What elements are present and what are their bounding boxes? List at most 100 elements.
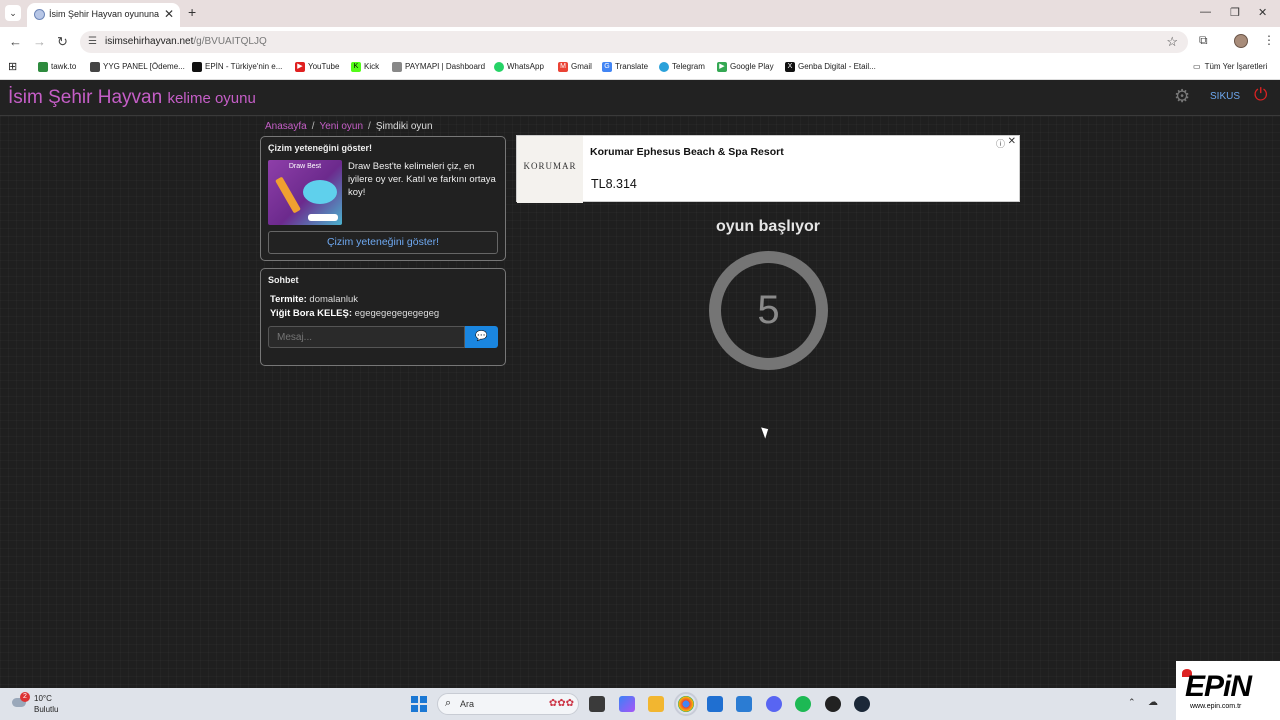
url-text: isimsehirhayvan.net/g/BVUAITQLJQ bbox=[105, 36, 267, 47]
weather-temperature[interactable]: 10°C bbox=[34, 694, 52, 703]
site-favicon-icon bbox=[34, 9, 45, 20]
browser-menu-icon[interactable]: ⋮ bbox=[1263, 33, 1275, 47]
folder-icon: ▭ bbox=[1193, 62, 1201, 71]
epin-icon bbox=[192, 62, 202, 72]
active-tab[interactable]: İsim Şehir Hayvan oyununa katıl ✕ bbox=[27, 3, 180, 27]
ad-title[interactable]: Korumar Ephesus Beach & Spa Resort bbox=[590, 146, 784, 158]
bookmark-kick[interactable]: K Kick bbox=[351, 62, 379, 72]
logout-power-icon[interactable]: ⏻ bbox=[1254, 85, 1267, 105]
tray-overflow-icon[interactable]: ⌃ bbox=[1128, 697, 1136, 708]
taskbar-search[interactable]: ⌕ Ara ✿✿✿ bbox=[437, 693, 579, 715]
new-tab-icon[interactable]: + bbox=[188, 4, 196, 20]
all-bookmarks-folder[interactable]: ▭ Tüm Yer İşaretleri bbox=[1193, 62, 1267, 71]
kick-icon: K bbox=[351, 62, 361, 72]
ad-close-icon[interactable]: ✕ bbox=[1008, 136, 1016, 147]
close-window-icon[interactable]: ✕ bbox=[1258, 6, 1267, 19]
bookmark-epin[interactable]: EPİN - Türkiye'nin e... bbox=[192, 62, 282, 72]
settings-gear-icon[interactable]: ⚙ bbox=[1174, 86, 1190, 107]
site-info-icon[interactable]: ☰ bbox=[88, 36, 97, 47]
cloud-illustration bbox=[303, 180, 337, 204]
copilot-icon[interactable] bbox=[619, 696, 635, 712]
draw-best-image[interactable]: Draw Best bbox=[268, 160, 342, 225]
bookmark-whatsapp[interactable]: WhatsApp bbox=[494, 62, 544, 72]
bookmarks-bar: ⊞ tawk.to YYG PANEL [Ödeme... EPİN - Tür… bbox=[0, 57, 1280, 80]
discord-icon[interactable] bbox=[766, 696, 782, 712]
site-header: İsim Şehir Hayvan kelime oyunu ⚙ SIKUS ⏻ bbox=[0, 80, 1280, 116]
hotel-advertisement[interactable]: KORUMAR Korumar Ephesus Beach & Spa Reso… bbox=[516, 135, 1020, 203]
weather-description[interactable]: Bulutlu bbox=[34, 705, 58, 714]
chat-message: Yiğit Bora KELEŞ: egegegegegegegeg bbox=[270, 307, 440, 319]
steam-icon[interactable] bbox=[854, 696, 870, 712]
chat-send-button[interactable]: 💬 bbox=[465, 326, 498, 348]
close-tab-icon[interactable]: ✕ bbox=[164, 7, 174, 21]
tawk-icon bbox=[38, 62, 48, 72]
translate-icon: G bbox=[602, 62, 612, 72]
search-icon: ⌕ bbox=[445, 697, 452, 709]
site-logo[interactable]: İsim Şehir Hayvan kelime oyunu bbox=[8, 87, 256, 109]
bookmark-translate[interactable]: G Translate bbox=[602, 62, 648, 72]
ad-logo: KORUMAR bbox=[517, 136, 583, 203]
spotify-icon[interactable] bbox=[795, 696, 811, 712]
breadcrumb: Anasayfa / Yeni oyun / Şimdiki oyun bbox=[265, 121, 433, 132]
apps-grid-icon[interactable]: ⊞ bbox=[8, 60, 17, 73]
bookmark-telegram[interactable]: Telegram bbox=[659, 62, 705, 72]
onedrive-icon[interactable]: ☁ bbox=[1148, 697, 1158, 708]
chat-message: Termite: domalanluk bbox=[270, 294, 359, 305]
browser-tab-strip: ⌄ İsim Şehir Hayvan oyununa katıl ✕ + — … bbox=[0, 0, 1280, 27]
tab-search-button[interactable]: ⌄ bbox=[5, 5, 21, 21]
draw-best-button[interactable]: Çizim yeteneğini göster! bbox=[268, 231, 498, 254]
bookmark-genba[interactable]: X Genba Digital - Etail... bbox=[785, 62, 876, 72]
tab-title: İsim Şehir Hayvan oyununa katıl bbox=[49, 9, 159, 19]
ad-info-icon[interactable]: ⓘ bbox=[996, 137, 1005, 150]
promo-title: Çizim yeteneğini göster! bbox=[268, 143, 373, 153]
countdown-ring: 5 bbox=[709, 251, 828, 370]
tulips-icon: ✿✿✿ bbox=[548, 698, 574, 709]
promo-badge bbox=[308, 214, 338, 221]
bookmark-gmail[interactable]: M Gmail bbox=[558, 62, 592, 72]
yyg-icon bbox=[90, 62, 100, 72]
store-icon[interactable] bbox=[707, 696, 723, 712]
breadcrumb-separator: / bbox=[368, 121, 371, 132]
bookmark-paymapi[interactable]: PAYMAPI | Dashboard bbox=[392, 62, 485, 72]
file-explorer-icon[interactable] bbox=[648, 696, 664, 712]
bookmark-google-play[interactable]: ▶ Google Play bbox=[717, 62, 774, 72]
url-input[interactable]: ☰ isimsehirhayvan.net/g/BVUAITQLJQ ☆ bbox=[80, 31, 1188, 53]
chat-panel: Sohbet Termite: domalanluk Yiğit Bora KE… bbox=[260, 268, 506, 366]
youtube-icon: ▶ bbox=[295, 62, 305, 72]
windows-start-icon[interactable] bbox=[411, 696, 427, 712]
draw-best-promo-panel: Çizim yeteneğini göster! Draw Best Draw … bbox=[260, 136, 506, 261]
whatsapp-icon bbox=[494, 62, 504, 72]
windows-taskbar: 2 10°C Bulutlu ⌕ Ara ✿✿✿ ⌃ ☁ bbox=[0, 688, 1176, 720]
back-icon[interactable]: ← bbox=[9, 34, 22, 49]
username-link[interactable]: SIKUS bbox=[1210, 91, 1240, 102]
taskbar-search-label: Ara bbox=[460, 699, 475, 709]
minimize-icon[interactable]: — bbox=[1200, 6, 1211, 18]
pencil-illustration bbox=[275, 176, 301, 214]
weather-alert-badge: 2 bbox=[20, 692, 30, 702]
obs-icon[interactable] bbox=[825, 696, 841, 712]
breadcrumb-new-game[interactable]: Yeni oyun bbox=[319, 121, 363, 132]
bookmark-youtube[interactable]: ▶ YouTube bbox=[295, 62, 339, 72]
breadcrumb-current: Şimdiki oyun bbox=[375, 121, 433, 132]
bookmark-yyg-panel[interactable]: YYG PANEL [Ödeme... bbox=[90, 62, 185, 72]
chat-title: Sohbet bbox=[268, 275, 299, 285]
reload-icon[interactable]: ↻ bbox=[57, 34, 68, 50]
outlook-icon[interactable] bbox=[736, 696, 752, 712]
gmail-icon: M bbox=[558, 62, 568, 72]
restore-icon[interactable]: ❐ bbox=[1230, 6, 1240, 19]
genba-icon: X bbox=[785, 62, 795, 72]
chrome-icon[interactable] bbox=[674, 692, 698, 716]
bookmark-tawk[interactable]: tawk.to bbox=[38, 62, 76, 72]
chat-message-input[interactable] bbox=[268, 326, 465, 348]
extensions-icon[interactable]: ⧉ bbox=[1199, 33, 1208, 48]
breadcrumb-separator: / bbox=[311, 121, 315, 132]
bookmark-star-icon[interactable]: ☆ bbox=[1166, 34, 1178, 50]
task-view-icon[interactable] bbox=[589, 696, 605, 712]
forward-icon[interactable]: → bbox=[33, 34, 46, 49]
epin-watermark-logo: EPiN www.epin.com.tr bbox=[1176, 661, 1280, 720]
profile-avatar[interactable] bbox=[1234, 34, 1248, 48]
paymapi-icon bbox=[392, 62, 402, 72]
breadcrumb-home[interactable]: Anasayfa bbox=[265, 121, 307, 132]
address-toolbar: ← → ↻ ☰ isimsehirhayvan.net/g/BVUAITQLJQ… bbox=[0, 27, 1280, 57]
game-status: oyun başlıyor bbox=[715, 218, 821, 235]
